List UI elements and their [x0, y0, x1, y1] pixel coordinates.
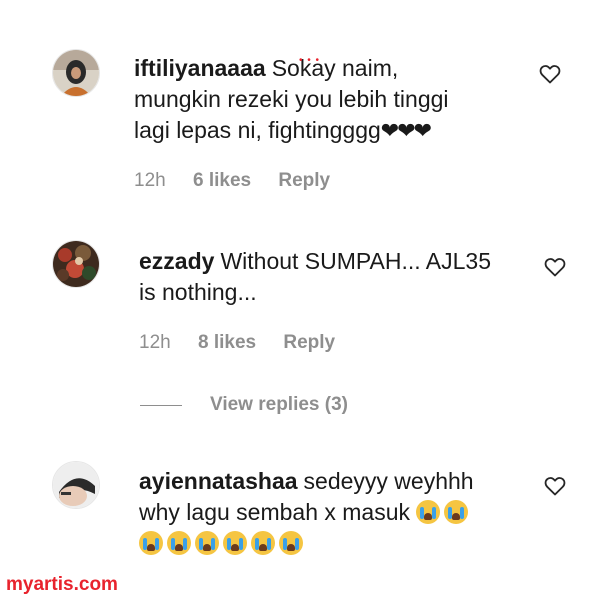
view-replies-label: View replies (3) [210, 394, 348, 415]
replies-divider-line [140, 404, 182, 406]
watermark: myartis.com [6, 574, 118, 595]
decorative-dots: • • • [299, 55, 321, 66]
crying-face-emoji-icon [195, 531, 219, 555]
comment-time: 12h [139, 332, 171, 353]
comment-text-line: is nothing... [139, 279, 257, 305]
avatar-image [53, 50, 99, 96]
comment-text-line: why lagu sembah x masuk [139, 499, 411, 525]
comment-username[interactable]: ayiennatashaa [139, 468, 298, 494]
avatar[interactable] [52, 240, 100, 288]
crying-face-emoji-icon [279, 531, 303, 555]
comment-text-line: Without SUMPAH... AJL35 [220, 248, 492, 274]
crying-face-emoji-icon [139, 531, 163, 555]
heart-icon[interactable] [538, 62, 562, 86]
avatar[interactable] [52, 49, 100, 97]
crying-face-emoji-icon [416, 500, 441, 524]
black-hearts: ❤❤❤ [380, 119, 432, 144]
crying-face-emoji-icon [251, 531, 275, 555]
reply-button[interactable]: Reply [278, 170, 330, 191]
comment-time: 12h [134, 170, 166, 191]
comment-text-line: mungkin rezeki you lebih tinggi [134, 86, 449, 112]
crying-face-emoji-icon [223, 531, 247, 555]
likes-count[interactable]: 8 likes [198, 332, 256, 353]
heart-icon[interactable] [543, 474, 567, 498]
comment-username[interactable]: iftiliyanaaaa [134, 55, 266, 81]
comment-text-line: Sokay naim, [271, 55, 399, 81]
avatar-image [53, 241, 99, 287]
avatar-image [53, 462, 99, 508]
heart-icon[interactable] [543, 255, 567, 279]
comment-username[interactable]: ezzady [139, 248, 214, 274]
avatar[interactable] [52, 461, 100, 509]
crying-face-emoji-icon [167, 531, 191, 555]
view-replies-button[interactable]: View replies (3) [140, 394, 348, 416]
reply-button[interactable]: Reply [283, 332, 335, 353]
comment-text-line: sedeyyy weyhhh [303, 468, 474, 494]
comment-text-line: lagi lepas ni, fightingggg [134, 117, 381, 143]
crying-face-emoji-icon [444, 500, 469, 524]
likes-count[interactable]: 6 likes [193, 170, 251, 191]
